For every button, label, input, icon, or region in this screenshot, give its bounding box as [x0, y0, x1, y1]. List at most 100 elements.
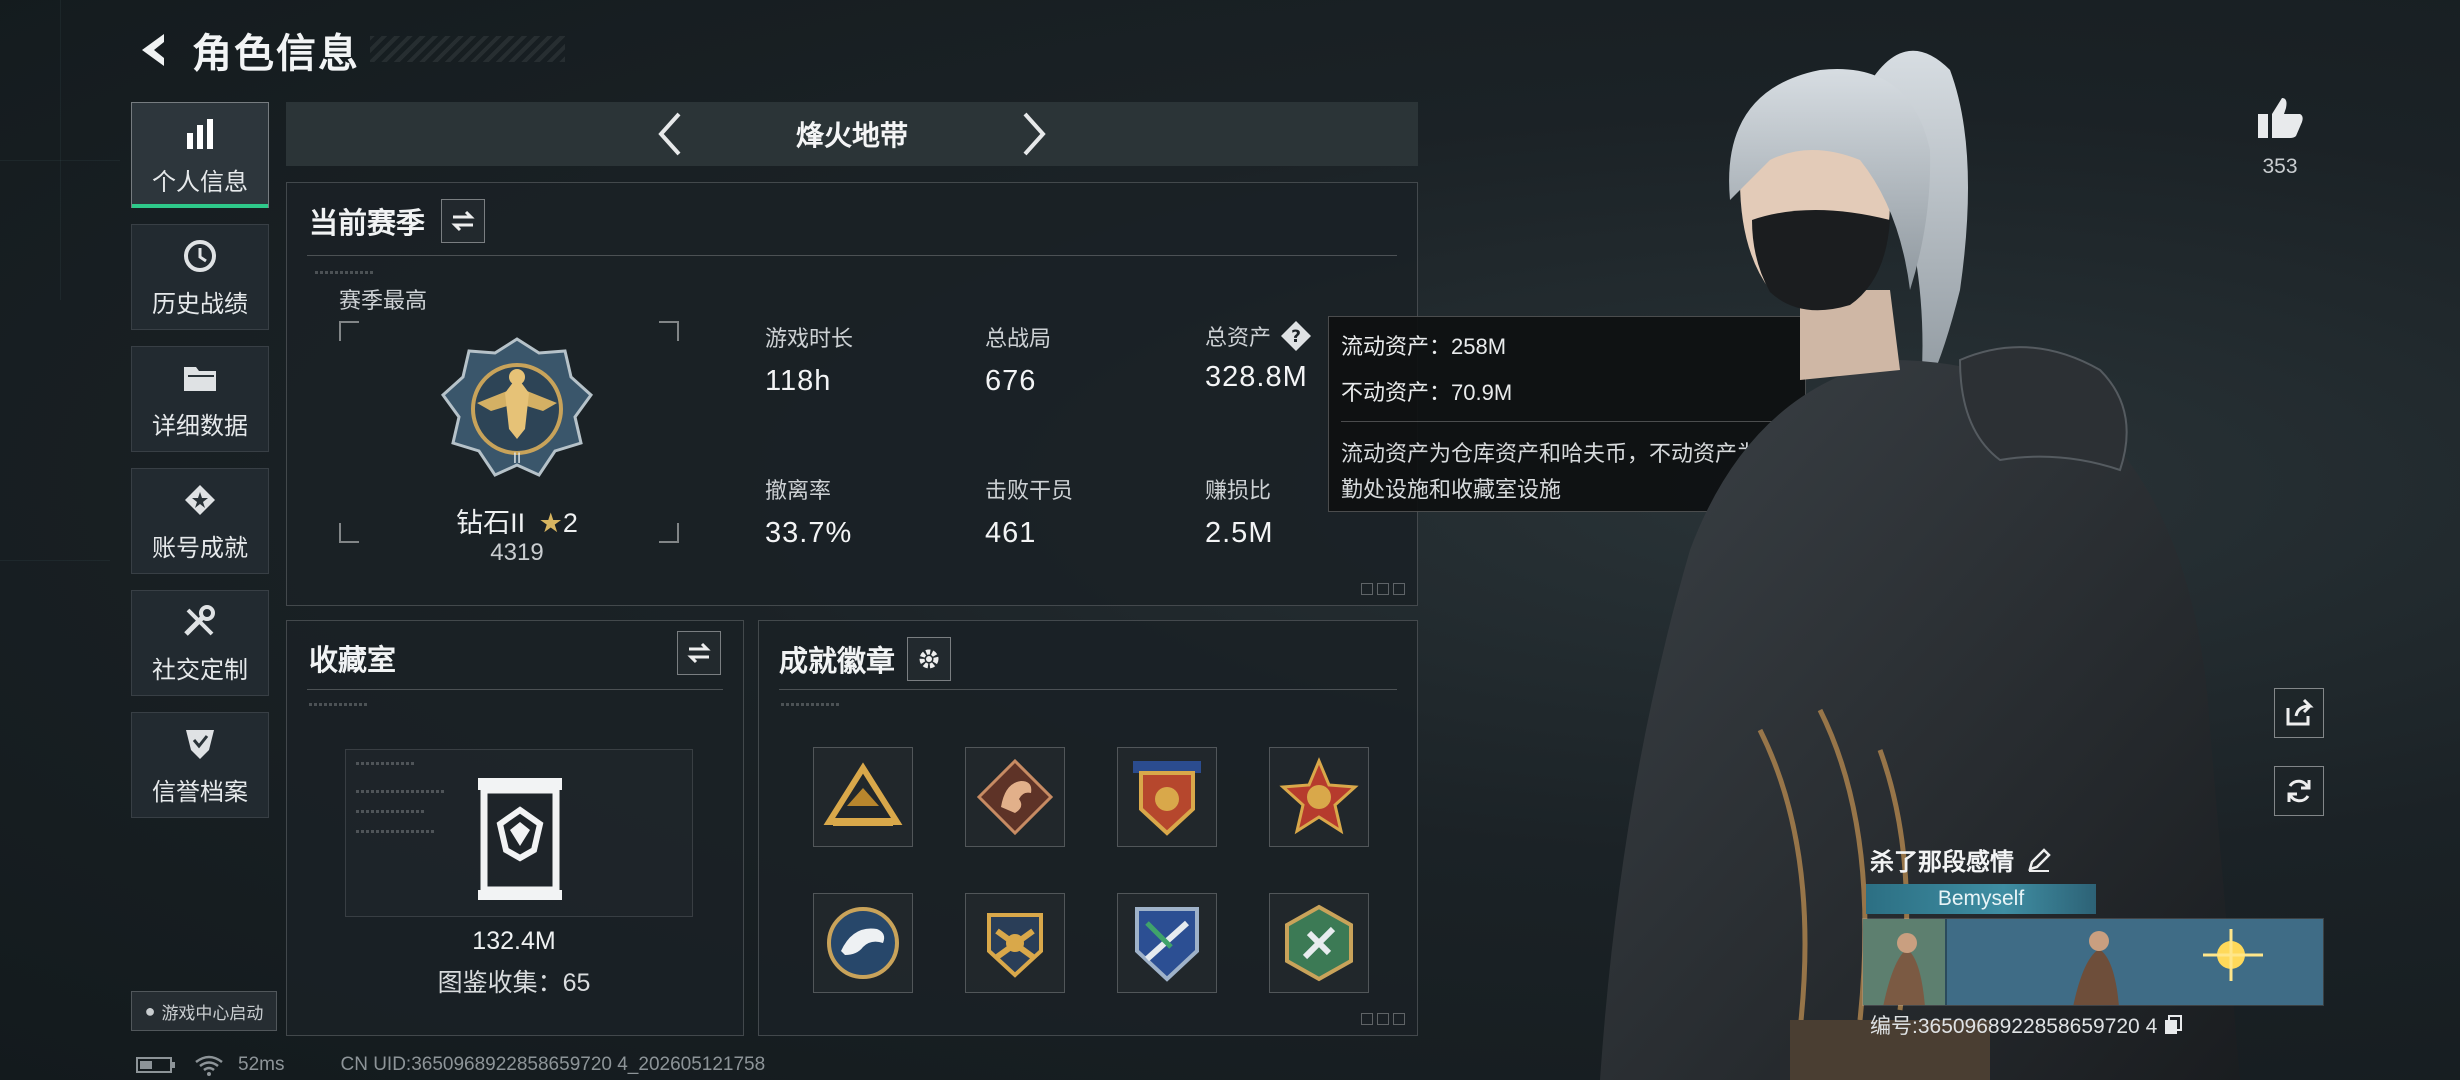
banner-image: [1863, 919, 2323, 1005]
battery-icon: [136, 1057, 175, 1073]
help-icon[interactable]: ?: [1279, 319, 1313, 353]
display-case-icon: [478, 778, 562, 900]
deco-text: [781, 703, 841, 706]
player-tag: Bemyself: [1866, 884, 2096, 914]
mode-prev-button[interactable]: [646, 110, 694, 158]
season-peak-label: 赛季最高: [339, 288, 428, 313]
stat-label-text: 总资产: [1205, 325, 1272, 350]
sidebar-item-details[interactable]: 详细数据: [131, 346, 269, 452]
badges-settings-button[interactable]: [907, 637, 952, 681]
divider: [779, 689, 1397, 690]
back-button[interactable]: [130, 26, 178, 74]
player-id-text: 编号:3650968922858659720 4: [1870, 1015, 2158, 1038]
achievement-star-icon: [180, 480, 220, 520]
stat-profit-ratio: 赚损比 2.5M: [1205, 473, 1273, 550]
badge-red-medal[interactable]: [1269, 747, 1369, 847]
folder-icon: [180, 358, 220, 398]
green-hex-badge-icon: [1285, 904, 1353, 982]
crossed-wings-badge-icon: [987, 913, 1043, 978]
tools-icon: [180, 602, 220, 642]
badge-shield-stars[interactable]: [1117, 747, 1217, 847]
penguin-icon: ●: [144, 1000, 156, 1021]
rank-name: 钻石II ★2: [287, 501, 747, 540]
badge-dragon[interactable]: [965, 747, 1065, 847]
game-center-label: 游戏中心启动: [161, 1003, 264, 1023]
sidebar-item-label: 信誉档案: [152, 778, 248, 806]
sidebar-item-label: 历史战绩: [152, 290, 248, 318]
badge-green-hex[interactable]: [1269, 893, 1369, 993]
status-bar: 52ms CN UID:3650968922858659720 4_202605…: [136, 1054, 765, 1076]
stat-extract-rate: 撤离率 33.7%: [765, 473, 852, 550]
rank-stars: 2: [562, 508, 578, 538]
stat-label: 总资产 ?: [1205, 319, 1313, 353]
badges-header: 成就徽章: [779, 637, 952, 681]
stat-play-time: 游戏时长 118h: [765, 321, 853, 398]
copy-icon[interactable]: [2163, 1014, 2183, 1036]
rank-emblem-icon: II: [440, 337, 594, 477]
player-banner[interactable]: [1862, 918, 2324, 1006]
sidebar-item-label: 账号成就: [152, 534, 248, 562]
swap-icon: [687, 642, 711, 664]
player-name-text: 杀了那段感情: [1870, 849, 2014, 876]
share-icon: [2286, 698, 2314, 726]
sidebar-item-label: 详细数据: [152, 412, 248, 440]
sidebar-item-label: 社交定制: [152, 656, 248, 684]
wifi-icon: [195, 1055, 223, 1076]
back-arrow-icon: [142, 34, 164, 66]
stat-kills: 击败干员 461: [985, 473, 1073, 550]
badge-blue-shield[interactable]: [1117, 893, 1217, 993]
like-button[interactable]: 353: [2250, 96, 2310, 179]
eagle-badge-icon: [827, 907, 899, 979]
like-count: 353: [2262, 155, 2298, 178]
stat-label: 总战局: [985, 326, 1052, 351]
mode-selector: 烽火地带: [286, 102, 1418, 166]
collection-switch-button[interactable]: [677, 631, 721, 675]
stat-value: 461: [985, 517, 1037, 549]
svg-text:?: ?: [1291, 327, 1301, 347]
stat-label: 击败干员: [985, 478, 1074, 503]
season-panel: 当前赛季 赛季最高 II 钻石II ★2 4319 游戏时长 118h 总战局 …: [286, 182, 1418, 606]
sidebar-item-achievements[interactable]: 账号成就: [131, 468, 269, 574]
sidebar: 个人信息 历史战绩 详细数据 账号成就 社交定制 信誉档案: [131, 102, 269, 834]
collection-header: 收藏室: [309, 637, 396, 679]
sidebar-item-history[interactable]: 历史战绩: [131, 224, 269, 330]
stat-value: 328.8M: [1205, 361, 1308, 393]
deco-text: [309, 703, 369, 706]
stat-value: 33.7%: [765, 517, 853, 549]
history-clock-icon: [180, 236, 220, 276]
sidebar-item-personal-info[interactable]: 个人信息: [131, 102, 269, 208]
mode-next-button[interactable]: [1010, 110, 1058, 158]
badge-gold-triangle[interactable]: [813, 747, 913, 847]
refresh-icon: [2287, 779, 2311, 803]
player-name: 杀了那段感情: [1870, 842, 2052, 877]
season-switch-button[interactable]: [441, 199, 486, 243]
stat-value: 2.5M: [1205, 517, 1274, 549]
player-id: 编号:3650968922858659720 4: [1870, 1010, 2183, 1040]
chevron-left-icon: [658, 112, 681, 156]
sidebar-item-credit[interactable]: 信誉档案: [131, 712, 269, 818]
badge-crossed-wings[interactable]: [965, 893, 1065, 993]
sidebar-item-label: 个人信息: [152, 168, 248, 196]
share-button[interactable]: [2274, 688, 2324, 738]
ping-text: 52ms: [238, 1054, 285, 1075]
page-header: 角色信息: [130, 22, 360, 78]
collection-title: 收藏室: [309, 645, 397, 677]
mode-title: 烽火地带: [795, 120, 908, 151]
stat-total-assets: 总资产 ? 328.8M: [1205, 319, 1313, 394]
shield-check-icon: [180, 724, 220, 764]
game-center-button[interactable]: ● 游戏中心启动: [131, 991, 277, 1031]
stat-label: 撤离率: [765, 478, 832, 503]
chevron-right-icon: [1023, 112, 1046, 156]
edit-pencil-icon[interactable]: [2026, 847, 2052, 873]
collection-panel: 收藏室 132.4M 图鉴收集：65: [286, 620, 744, 1036]
refresh-button[interactable]: [2274, 766, 2324, 816]
gold-triangle-badge-icon: [823, 762, 903, 826]
badge-eagle[interactable]: [813, 893, 913, 993]
sidebar-item-social[interactable]: 社交定制: [131, 590, 269, 696]
dragon-badge-icon: [976, 758, 1054, 836]
stat-label: 赚损比: [1205, 478, 1272, 503]
divider: [307, 689, 723, 690]
rank-star-icon: ★: [538, 508, 563, 538]
collection-preview[interactable]: [345, 749, 693, 917]
gear-icon: [919, 649, 939, 669]
